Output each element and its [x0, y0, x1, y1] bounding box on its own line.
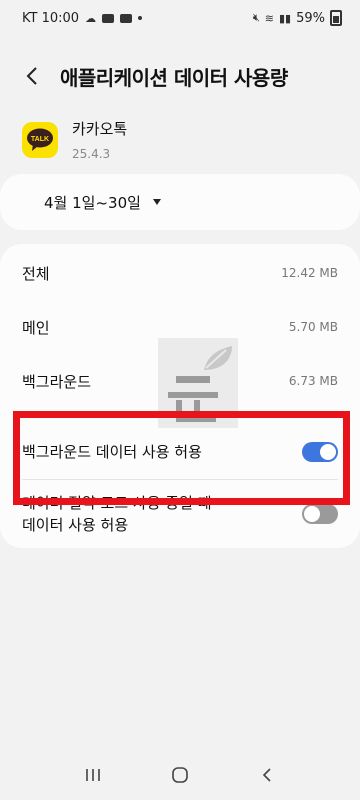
- battery-icon: [330, 10, 342, 26]
- status-right: 🔇︎ ≋ ▮▮ 59%: [253, 10, 342, 26]
- more-notifications-icon: [138, 16, 143, 20]
- home-icon: [172, 767, 188, 783]
- data-saver-switch[interactable]: [302, 504, 338, 524]
- dropdown-arrow-icon: [152, 199, 161, 205]
- background-data-switch[interactable]: [302, 442, 338, 462]
- gallery-icon: [102, 13, 115, 23]
- usage-row-foreground: 메인 5.70 MB: [0, 300, 360, 354]
- recent-apps-icon: [86, 769, 101, 781]
- status-left: KT 10:00 ☁: [22, 10, 143, 26]
- usage-foreground-value: 5.70 MB: [288, 320, 338, 334]
- switch-knob: [304, 506, 320, 522]
- app-icon-text: TALK: [31, 136, 49, 143]
- wifi-icon: ≋: [264, 11, 274, 25]
- data-saver-toggle-row[interactable]: 데이터 절약 모드 사용 중일 때 데이터 사용 허용: [0, 488, 360, 540]
- usage-row-background: 백그라운드 6.73 MB: [0, 354, 360, 408]
- switch-knob: [320, 444, 336, 460]
- usage-card: 전체 12.42 MB 메인 5.70 MB 백그라운드 6.73 MB 백그라…: [0, 244, 360, 548]
- usage-total-label: 전체: [22, 264, 50, 283]
- usage-total-value: 12.42 MB: [281, 266, 338, 280]
- back-nav-icon: [262, 768, 271, 782]
- back-button[interactable]: [12, 56, 52, 96]
- background-data-toggle-row[interactable]: 백그라운드 데이터 사용 허용: [0, 428, 360, 476]
- youtube-icon: [120, 13, 133, 23]
- recent-apps-button[interactable]: [73, 755, 113, 795]
- back-arrow-icon: [26, 67, 37, 85]
- navigation-bar: [0, 750, 360, 800]
- app-text: 카카오톡 25.4.3: [72, 118, 127, 161]
- app-name: 카카오톡: [72, 120, 128, 138]
- signal-icon: ▮▮: [278, 11, 292, 25]
- data-saver-label-line2: 데이터 사용 허용: [22, 516, 129, 534]
- app-version: 25.4.3: [72, 147, 111, 161]
- data-saver-label: 데이터 절약 모드 사용 중일 때 데이터 사용 허용: [22, 492, 211, 536]
- divider: [22, 479, 338, 480]
- usage-row-total: 전체 12.42 MB: [0, 246, 360, 300]
- talk-bubble-icon: TALK: [27, 128, 53, 151]
- header: 애플리케이션 데이터 사용량: [0, 56, 360, 96]
- battery-percent: 59%: [296, 10, 325, 26]
- data-saver-label-line1: 데이터 절약 모드 사용 중일 때: [22, 494, 212, 512]
- usage-background-value: 6.73 MB: [288, 374, 338, 388]
- status-bar: KT 10:00 ☁ 🔇︎ ≋ ▮▮ 59%: [0, 0, 360, 36]
- date-range-selector[interactable]: 4월 1일~30일: [0, 174, 360, 230]
- cloud-icon: ☁: [85, 11, 97, 25]
- background-data-label: 백그라운드 데이터 사용 허용: [22, 443, 202, 461]
- carrier-time: KT 10:00: [22, 10, 80, 26]
- app-icon: TALK: [22, 121, 58, 158]
- mute-icon: 🔇︎: [252, 11, 260, 24]
- app-info: TALK 카카오톡 25.4.3: [22, 118, 127, 161]
- usage-background-label: 백그라운드: [22, 372, 92, 391]
- usage-foreground-label: 메인: [22, 318, 50, 337]
- date-range-label: 4월 1일~30일: [44, 193, 141, 212]
- back-nav-button[interactable]: [247, 755, 287, 795]
- home-button[interactable]: [160, 755, 200, 795]
- page-title: 애플리케이션 데이터 사용량: [60, 65, 288, 90]
